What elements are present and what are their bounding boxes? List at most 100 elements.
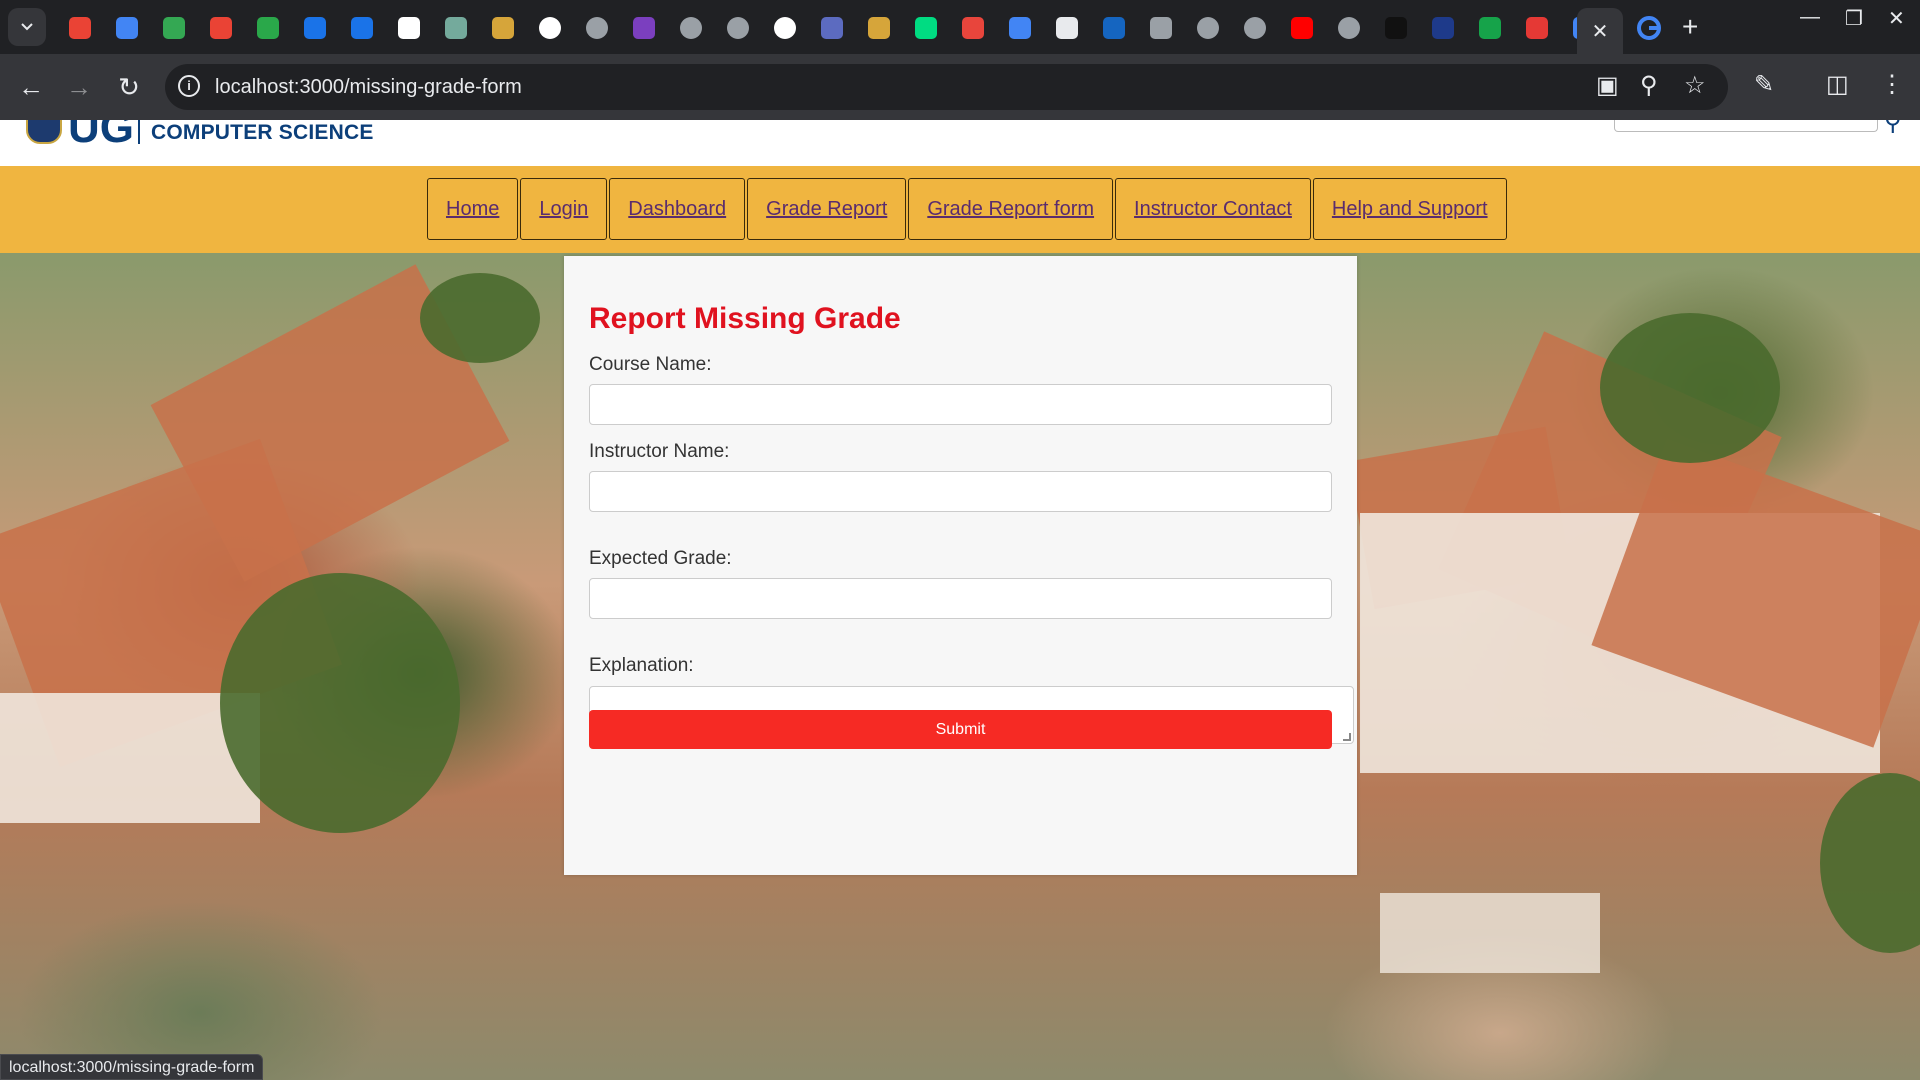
pinned-tab[interactable]	[996, 12, 1043, 44]
pinned-tab[interactable]	[479, 12, 526, 44]
pinned-tab[interactable]	[1419, 12, 1466, 44]
site-search-input[interactable]	[1614, 120, 1878, 132]
pinned-tab[interactable]	[385, 12, 432, 44]
site-info-icon[interactable]: i	[178, 75, 200, 97]
reload-icon[interactable]: ↻	[112, 70, 146, 104]
tree-shape	[220, 573, 460, 833]
pinned-tab[interactable]	[620, 12, 667, 44]
close-tab-icon[interactable]: ✕	[1592, 19, 1609, 44]
logo-divider	[138, 120, 140, 144]
department-name[interactable]: COMPUTER SCIENCE	[151, 121, 374, 145]
search-icon[interactable]: ⚲	[1884, 120, 1902, 136]
pinned-tab[interactable]	[573, 12, 620, 44]
active-tab[interactable]: ✕	[1577, 8, 1623, 54]
pinned-tab[interactable]	[1466, 12, 1513, 44]
pinned-tab[interactable]	[1043, 12, 1090, 44]
pinned-tab[interactable]	[103, 12, 150, 44]
github-icon	[397, 17, 420, 39]
pinned-tab[interactable]	[244, 12, 291, 44]
extensions-icon[interactable]: ✎	[1754, 70, 1774, 100]
nav-link-instructor-contact[interactable]: Instructor Contact	[1115, 178, 1311, 240]
expected-grade-input[interactable]	[589, 578, 1332, 619]
chevron-down-icon	[21, 23, 33, 31]
pinned-tab[interactable]	[291, 12, 338, 44]
pinned-tab[interactable]	[1513, 12, 1560, 44]
restore-icon[interactable]: ❐	[1845, 6, 1863, 31]
folder-icon	[491, 17, 514, 39]
pinned-tab[interactable]	[667, 12, 714, 44]
nav-link-home[interactable]: Home	[427, 178, 519, 240]
circle-icon	[350, 17, 373, 39]
missing-grade-form: Report Missing Grade Course Name: Instru…	[564, 256, 1357, 875]
nav-links: Home Login Dashboard Grade Report Grade Repo…	[427, 178, 1509, 240]
pinned-tab[interactable]	[1278, 12, 1325, 44]
nuxt-icon	[914, 17, 937, 39]
tree-shape	[1820, 773, 1920, 953]
pinned-tab[interactable]	[761, 12, 808, 44]
pinned-tab[interactable]	[150, 12, 197, 44]
explanation-label: Explanation:	[589, 655, 694, 676]
side-panel-icon[interactable]: ◫	[1826, 70, 1849, 100]
globe-icon	[1196, 17, 1219, 39]
nav-link-grade-report-form[interactable]: Grade Report form	[908, 178, 1114, 240]
minimize-icon[interactable]: —	[1800, 6, 1820, 29]
app-icon	[1478, 17, 1501, 39]
zoom-icon[interactable]: ⚲	[1640, 72, 1658, 100]
instructor-name-input[interactable]	[589, 471, 1332, 512]
pinned-tab[interactable]	[1372, 12, 1419, 44]
nav-link-grade-report[interactable]: Grade Report	[747, 178, 907, 240]
site-header: UG COMPUTER SCIENCE ⚲	[0, 120, 1920, 166]
pinned-tab[interactable]	[808, 12, 855, 44]
nav-link-help-and-support[interactable]: Help and Support	[1312, 178, 1507, 240]
pinned-tab[interactable]	[949, 12, 996, 44]
tab-strip: ✕ + — ❐ ✕	[0, 0, 1920, 54]
expected-grade-label: Expected Grade:	[589, 548, 732, 569]
pinned-tab[interactable]	[56, 12, 103, 44]
bookmark-star-icon[interactable]: ☆	[1684, 72, 1706, 100]
app-icon	[1384, 17, 1407, 39]
back-icon[interactable]: ←	[14, 70, 48, 104]
wall-shape	[1380, 893, 1600, 973]
pinned-tab[interactable]	[855, 12, 902, 44]
pinned-tabs	[56, 12, 1607, 44]
pinned-tab[interactable]	[1090, 12, 1137, 44]
pinned-tab[interactable]	[1325, 12, 1372, 44]
tab-search-button[interactable]	[8, 8, 46, 46]
globe-icon	[726, 17, 749, 39]
new-tab-button[interactable]: +	[1682, 10, 1698, 44]
status-url-bubble: localhost:3000/missing-grade-form	[0, 1054, 264, 1080]
submit-button[interactable]: Submit	[589, 710, 1332, 749]
pinned-tab[interactable]	[526, 12, 573, 44]
google-icon[interactable]	[1637, 16, 1661, 40]
pinned-tab[interactable]	[1137, 12, 1184, 44]
google-icon	[538, 17, 561, 39]
resize-grip-icon[interactable]	[1343, 733, 1351, 741]
pinned-tab[interactable]	[1184, 12, 1231, 44]
course-name-input[interactable]	[589, 384, 1332, 425]
menu-icon[interactable]: ⋮	[1880, 70, 1904, 100]
url-text[interactable]: localhost:3000/missing-grade-form	[215, 75, 522, 99]
pinned-tab[interactable]	[197, 12, 244, 44]
p-icon	[632, 17, 655, 39]
nav-link-login[interactable]: Login	[520, 178, 608, 240]
pinned-tab[interactable]	[338, 12, 385, 44]
forward-icon[interactable]: →	[62, 70, 96, 104]
pinned-tab[interactable]	[432, 12, 479, 44]
tt-icon	[1102, 17, 1125, 39]
logo-letters[interactable]: UG	[68, 120, 134, 150]
play-icon	[162, 17, 185, 39]
nav-link-dashboard[interactable]: Dashboard	[609, 178, 746, 240]
app-icon	[256, 17, 279, 39]
docs-icon	[1008, 17, 1031, 39]
chatgpt-icon	[444, 17, 467, 39]
google-icon	[773, 17, 796, 39]
gear-icon	[1525, 17, 1548, 39]
tree-shape	[420, 273, 540, 363]
window-close-icon[interactable]: ✕	[1888, 6, 1905, 31]
main-navbar: Home Login Dashboard Grade Report Grade Repo…	[0, 166, 1920, 253]
pinned-tab[interactable]	[1231, 12, 1278, 44]
pinned-tab[interactable]	[714, 12, 761, 44]
install-app-icon[interactable]: ▣	[1596, 72, 1619, 100]
pinned-tab[interactable]	[902, 12, 949, 44]
p-icon	[820, 17, 843, 39]
